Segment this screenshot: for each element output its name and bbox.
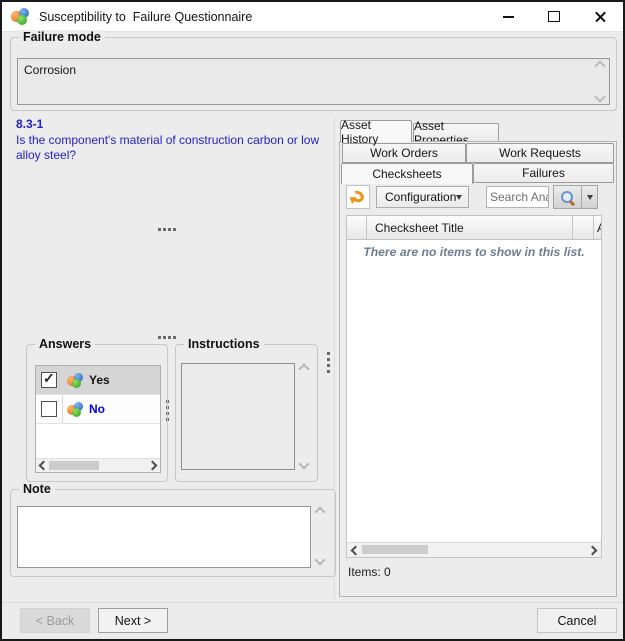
app-icon <box>11 8 31 25</box>
tab-asset-properties[interactable]: Asset Properties <box>413 119 499 147</box>
scrollbar-thumb[interactable] <box>49 461 99 470</box>
checksheet-list: Checksheet Title A There are no items to… <box>346 215 602 558</box>
note-scrollbar[interactable] <box>313 506 326 566</box>
scroll-up-icon[interactable] <box>313 506 326 518</box>
checkbox-cell <box>36 395 63 423</box>
failure-mode-label: Failure mode <box>19 30 105 44</box>
answer-option-icon <box>67 401 84 417</box>
instructions-group: Instructions <box>175 337 318 482</box>
scroll-right-icon[interactable] <box>147 460 158 471</box>
column-header-blank[interactable] <box>347 216 367 239</box>
answers-listbox: Yes No <box>35 365 161 473</box>
search-button[interactable] <box>554 186 582 208</box>
title-bar: Susceptibility to Failure Questionnaire <box>2 2 623 32</box>
answer-checkbox[interactable] <box>41 370 57 388</box>
list-header: Checksheet Title A <box>347 216 601 240</box>
instructions-scrollbar[interactable] <box>297 363 310 470</box>
scroll-left-icon[interactable] <box>350 545 361 556</box>
question-number: 8.3-1 <box>16 117 44 131</box>
scroll-up-icon[interactable] <box>297 363 310 375</box>
note-group: Note <box>10 482 336 577</box>
answers-group: Answers Yes No <box>26 337 168 482</box>
answers-horizontal-scrollbar[interactable] <box>36 458 160 472</box>
horizontal-splitter-grip[interactable] <box>158 336 176 339</box>
horizontal-splitter-grip[interactable] <box>158 228 176 231</box>
maximize-icon <box>548 11 560 22</box>
configuration-label: Configuration <box>385 190 457 204</box>
scroll-left-icon[interactable] <box>38 460 49 471</box>
failure-mode-textarea[interactable]: Corrosion <box>17 58 610 105</box>
note-textarea[interactable] <box>17 506 311 568</box>
refresh-icon <box>346 188 366 204</box>
refresh-button[interactable] <box>346 185 370 209</box>
minimize-button[interactable] <box>485 2 531 31</box>
answer-option-icon <box>67 372 84 388</box>
cancel-button[interactable]: Cancel <box>537 608 617 633</box>
next-button[interactable]: Next > <box>98 608 168 633</box>
scroll-down-icon[interactable] <box>594 91 606 103</box>
empty-list-message: There are no items to show in this list. <box>363 245 585 259</box>
search-split-button <box>553 185 598 209</box>
panel-splitter-edge <box>334 117 335 599</box>
window-title: Susceptibility to Failure Questionnaire <box>39 9 253 24</box>
maximize-button[interactable] <box>531 2 577 31</box>
instructions-label: Instructions <box>184 337 264 351</box>
chevron-down-icon <box>586 194 593 200</box>
answer-label: Yes <box>89 373 110 387</box>
close-button[interactable] <box>577 2 623 31</box>
search-input[interactable] <box>486 186 549 208</box>
chevron-down-icon <box>456 194 463 200</box>
failure-mode-group: Failure mode Corrosion <box>10 30 617 111</box>
asset-panel: Asset History Asset Properties Work Orde… <box>339 118 617 597</box>
magnifier-icon <box>560 190 576 206</box>
note-label: Note <box>19 482 55 496</box>
question-text: Is the component's material of construct… <box>16 133 320 162</box>
list-horizontal-scrollbar[interactable] <box>347 542 601 557</box>
tab-checksheets[interactable]: Checksheets <box>341 163 473 184</box>
configuration-dropdown[interactable]: Configuration <box>376 186 469 208</box>
dialog-window: Susceptibility to Failure Questionnaire … <box>0 0 625 641</box>
search-options-button[interactable] <box>582 186 597 208</box>
window-controls <box>485 2 623 31</box>
footer-divider <box>2 602 623 603</box>
vertical-splitter-grip[interactable] <box>327 352 330 373</box>
scroll-down-icon[interactable] <box>297 458 310 470</box>
checkbox-cell <box>36 366 63 394</box>
back-button: < Back <box>20 608 90 633</box>
tab-work-orders[interactable]: Work Orders <box>342 143 466 163</box>
minimize-icon <box>502 15 514 18</box>
scroll-right-icon[interactable] <box>587 545 598 556</box>
answer-row-no[interactable]: No <box>36 395 160 424</box>
answer-row-yes[interactable]: Yes <box>36 366 160 395</box>
column-header-blank[interactable] <box>573 216 594 239</box>
scroll-up-icon[interactable] <box>594 60 606 72</box>
answer-checkbox[interactable] <box>41 401 57 417</box>
tab-work-requests[interactable]: Work Requests <box>466 143 614 163</box>
column-header-clipped[interactable]: A <box>594 216 601 239</box>
column-header-checksheet-title[interactable]: Checksheet Title <box>367 216 573 239</box>
scroll-down-icon[interactable] <box>313 554 326 566</box>
close-icon <box>594 10 607 23</box>
tab-failures[interactable]: Failures <box>473 163 614 183</box>
tab-asset-history[interactable]: Asset History <box>340 118 412 146</box>
answer-label: No <box>89 402 105 416</box>
scrollbar-thumb[interactable] <box>362 545 428 554</box>
items-count: Items: 0 <box>348 565 391 579</box>
instructions-textarea[interactable] <box>181 363 295 470</box>
failure-mode-value: Corrosion <box>24 63 77 77</box>
answers-label: Answers <box>35 337 96 351</box>
failure-mode-scrollbar[interactable] <box>594 60 606 103</box>
